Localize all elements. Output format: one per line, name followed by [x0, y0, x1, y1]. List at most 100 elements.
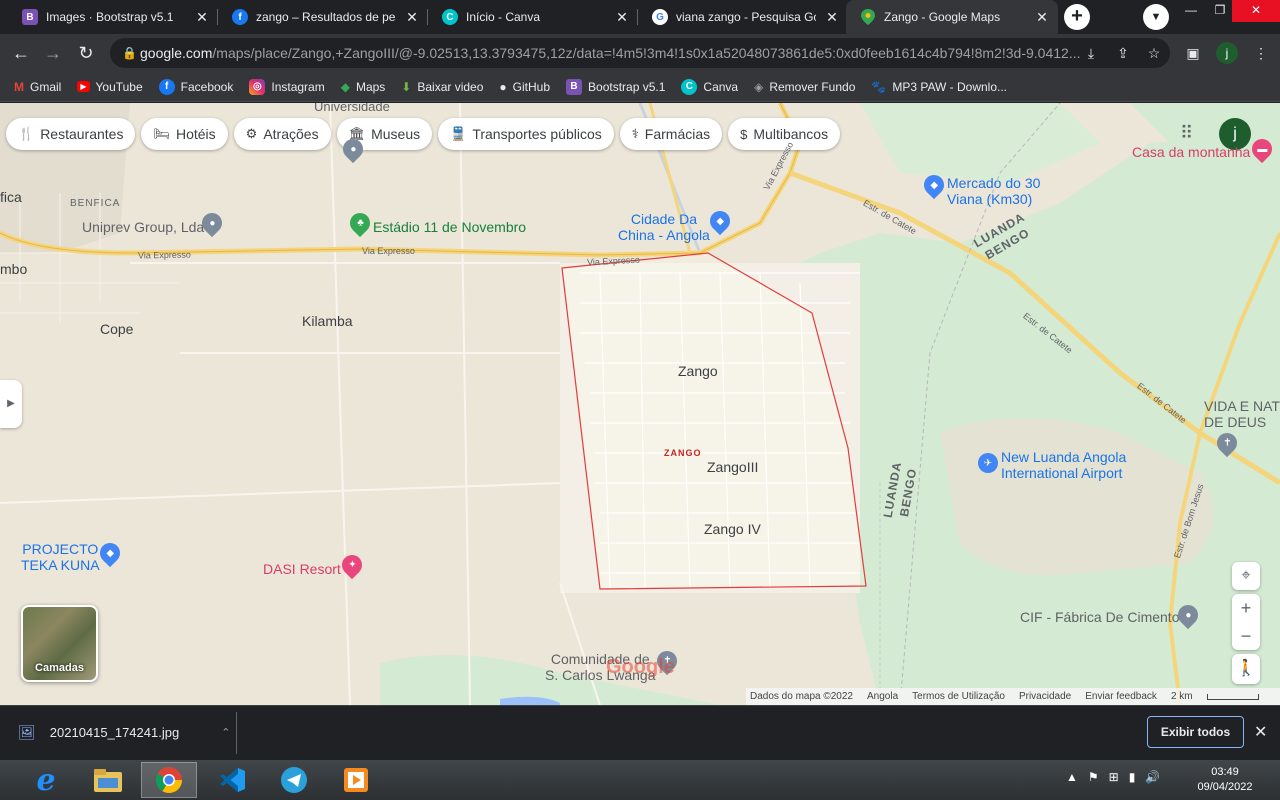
file-explorer-icon[interactable] [80, 762, 136, 798]
new-tab-button[interactable]: + [1064, 4, 1090, 30]
google-logo: Google [606, 656, 675, 678]
side-panel-icon[interactable]: ▣ [1184, 44, 1202, 62]
map-canvas[interactable]: 🍴 Restaurantes 🛏 Hotéis ⚙ Atrações 🏛 Museus … [0, 103, 1280, 705]
label-mbo: mbo [0, 261, 28, 277]
zoom-in-button[interactable]: + [1232, 594, 1260, 622]
bookmark-maps[interactable]: ◆ Maps [341, 80, 386, 94]
chip-transit[interactable]: 🚆 Transportes públicos [438, 118, 614, 150]
category-chips: 🍴 Restaurantes 🛏 Hotéis ⚙ Atrações 🏛 Museus … [6, 118, 841, 150]
install-icon[interactable]: ⤓ [1082, 44, 1100, 62]
profile-avatar[interactable]: j [1216, 42, 1238, 64]
minimize-icon[interactable]: — [1174, 0, 1208, 22]
label-universidade[interactable]: Universidade [314, 103, 390, 115]
label-cif[interactable]: CIF - Fábrica De Cimento [1020, 609, 1179, 625]
chevron-up-icon[interactable]: ⌃ [221, 726, 230, 739]
bookmark-star-icon[interactable]: ☆ [1145, 44, 1163, 62]
tab-google-maps[interactable]: Zango - Google Maps ✕ [846, 0, 1058, 34]
label-dasi-resort[interactable]: DASI Resort [263, 561, 341, 577]
tab-canva[interactable]: C Início - Canva ✕ [428, 0, 638, 34]
address-bar[interactable]: 🔒 google.com/maps/place/Zango,+ZangoIII/… [110, 38, 1170, 68]
country-link[interactable]: Angola [867, 691, 898, 702]
show-all-button[interactable]: Exibir todos [1147, 716, 1244, 748]
expand-panel-button[interactable]: ▶ [0, 380, 22, 428]
bookmark-facebook[interactable]: f Facebook [158, 78, 233, 95]
layers-button[interactable]: Camadas [21, 605, 98, 682]
close-tab-icon[interactable]: ✕ [194, 9, 210, 26]
zoom-out-button[interactable]: − [1232, 622, 1260, 650]
privacy-link[interactable]: Privacidade [1019, 691, 1071, 702]
bookmark-remover-fundo[interactable]: ◈ Remover Fundo [754, 80, 855, 94]
chip-attractions[interactable]: ⚙ Atrações [233, 118, 331, 150]
reload-icon[interactable]: ↻ [75, 42, 97, 64]
pegman-icon[interactable]: 🚶 [1232, 654, 1260, 684]
label-vida-e-natureza[interactable]: VIDA E NAT DE DEUS [1204, 398, 1280, 430]
bookmark-baixar-video[interactable]: ⬇ Baixar video [401, 80, 483, 94]
tab-facebook[interactable]: f zango – Resultados de pesquisa ✕ [218, 0, 428, 34]
system-clock[interactable]: 03:49 09/04/2022 [1190, 765, 1260, 795]
airport-icon[interactable]: ✈ [978, 453, 998, 473]
label-mercado-30[interactable]: Mercado do 30 Viana (Km30) [947, 175, 1040, 207]
label-cope: Cope [100, 321, 134, 337]
label-via-expresso-mid: Via Expresso [362, 246, 415, 256]
volume-icon[interactable]: 🔊 [1145, 770, 1160, 784]
scale-label[interactable]: 2 km [1171, 691, 1193, 702]
close-download-bar-icon[interactable]: ✕ [1254, 722, 1267, 742]
share-icon[interactable]: ⇪ [1114, 44, 1132, 62]
network-icon[interactable]: ⊞ [1109, 770, 1119, 784]
close-window-icon[interactable]: ✕ [1232, 0, 1280, 22]
fork-knife-icon: 🍴 [18, 126, 35, 141]
bookmark-bootstrap[interactable]: B Bootstrap v5.1 [566, 78, 665, 95]
download-item[interactable]: 🖼 20210415_174241.jpg ⌃ [18, 724, 230, 741]
media-player-icon[interactable] [328, 762, 384, 798]
feedback-link[interactable]: Enviar feedback [1085, 691, 1157, 702]
label-projecto-teka-kuna[interactable]: PROJECTO TEKA KUNA [21, 541, 100, 573]
url-text[interactable]: google.com/maps/place/Zango,+ZangoIII/@-… [140, 45, 1090, 61]
flag-icon[interactable]: ⚑ [1088, 770, 1099, 784]
download-filename: 20210415_174241.jpg [49, 725, 180, 740]
layers-label: Camadas [35, 662, 84, 674]
vscode-icon[interactable] [204, 762, 260, 798]
label-cidade-china[interactable]: Cidade Da China - Angola [618, 211, 710, 243]
label-uniprev[interactable]: Uniprev Group, Lda [82, 219, 204, 235]
bookmark-canva[interactable]: C Canva [681, 78, 738, 95]
bookmark-github[interactable]: ● GitHub [499, 80, 550, 94]
bookmark-mp3-paw[interactable]: 🐾 MP3 PAW - Downlo... [871, 80, 1007, 94]
close-tab-icon[interactable]: ✕ [614, 9, 630, 26]
my-location-button[interactable]: ⌖ [1232, 562, 1260, 590]
bookmark-instagram[interactable]: ◎ Instagram [249, 78, 325, 95]
tab-search-button[interactable]: ▼ [1143, 4, 1169, 30]
tab-title: Zango - Google Maps [884, 10, 1001, 24]
download-bar: 🖼 20210415_174241.jpg ⌃ Exibir todos ✕ [0, 705, 1280, 760]
chip-hotels[interactable]: 🛏 Hotéis [141, 118, 228, 150]
close-tab-icon[interactable]: ✕ [824, 9, 840, 26]
tab-bootstrap[interactable]: B Images · Bootstrap v5.1 ✕ [8, 0, 218, 34]
remover-fundo-icon: ◈ [754, 79, 764, 94]
tab-strip: B Images · Bootstrap v5.1 ✕ f zango – Re… [0, 0, 1280, 34]
restore-icon[interactable]: ❐ [1208, 0, 1232, 22]
forward-icon[interactable]: → [42, 42, 64, 64]
chip-pharmacies[interactable]: ⚕ Farmácias [619, 118, 723, 150]
label-estadio[interactable]: Estádio 11 de Novembro [373, 219, 526, 235]
internet-explorer-icon[interactable]: e [18, 762, 74, 798]
signal-icon[interactable]: ▮ [1129, 770, 1136, 784]
google-apps-icon[interactable]: ⠿ [1180, 123, 1193, 144]
system-tray: ▲ ⚑ ⊞ ▮ 🔊 [1066, 770, 1160, 784]
label-casa-da-montanha[interactable]: Casa da montanha [1132, 144, 1250, 160]
show-hidden-icons[interactable]: ▲ [1066, 770, 1078, 784]
bookmark-gmail[interactable]: M Gmail [14, 80, 61, 94]
tab-google-search[interactable]: G viana zango - Pesquisa Google ✕ [638, 0, 848, 34]
close-tab-icon[interactable]: ✕ [404, 9, 420, 26]
chip-restaurants[interactable]: 🍴 Restaurantes [6, 118, 136, 150]
back-icon[interactable]: ← [10, 42, 32, 64]
telegram-icon[interactable] [266, 762, 322, 798]
label-airport[interactable]: New Luanda Angola International Airport [1001, 449, 1126, 481]
label-via-expresso-east: Via Expresso [586, 254, 641, 268]
atm-icon: $ [740, 126, 748, 142]
bed-icon: 🛏 [153, 126, 170, 141]
close-tab-icon[interactable]: ✕ [1034, 9, 1050, 26]
chrome-icon[interactable] [141, 762, 197, 798]
terms-link[interactable]: Termos de Utilização [912, 691, 1005, 702]
label-zango-iii: ZangoIII [707, 459, 759, 475]
more-menu-icon[interactable]: ⋮ [1252, 44, 1270, 62]
bookmark-youtube[interactable]: ▶ YouTube [77, 80, 143, 94]
